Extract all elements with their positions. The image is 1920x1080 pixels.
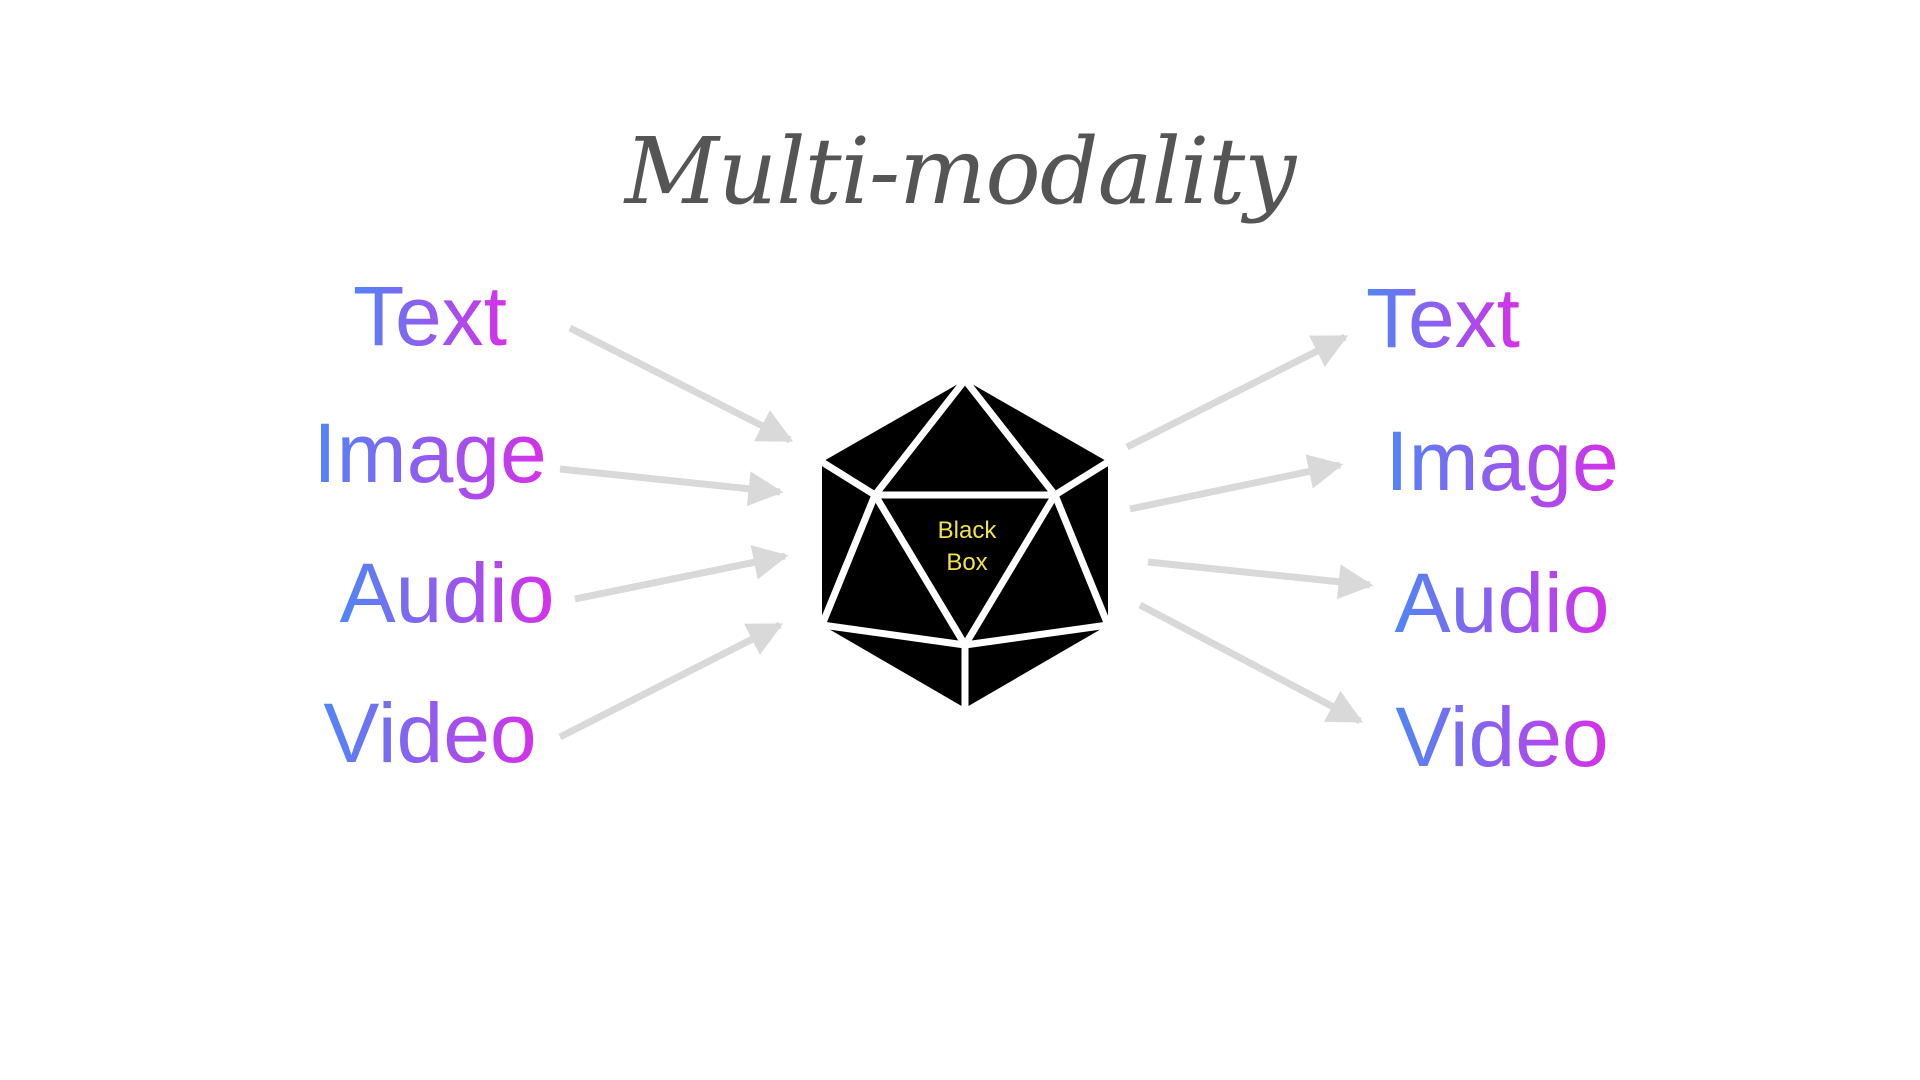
input-arrow-video bbox=[558, 621, 784, 741]
output-label-image: Image bbox=[1385, 414, 1618, 508]
input-arrow-text bbox=[568, 324, 794, 444]
input-arrow-audio bbox=[574, 545, 789, 603]
icosahedron-icon: Black Box bbox=[818, 376, 1112, 712]
multimodality-diagram: Text Image Audio Video Text Image Audio … bbox=[313, 269, 1618, 784]
output-label-video: Video bbox=[1395, 690, 1608, 784]
input-arrow-image bbox=[559, 465, 784, 507]
input-label-text: Text bbox=[353, 269, 507, 363]
output-arrow-image bbox=[1129, 454, 1344, 513]
slide: Multi-modality Text Image Audio Video Te… bbox=[0, 0, 1920, 1080]
black-box-label-line2: Box bbox=[946, 549, 987, 576]
output-arrow-video bbox=[1138, 601, 1364, 725]
input-label-video: Video bbox=[323, 686, 536, 780]
output-label-text: Text bbox=[1366, 271, 1520, 365]
input-label-image: Image bbox=[313, 406, 546, 500]
output-arrow-text bbox=[1125, 333, 1349, 451]
output-arrow-audio bbox=[1147, 558, 1374, 600]
output-label-audio: Audio bbox=[1395, 556, 1610, 650]
input-label-audio: Audio bbox=[340, 546, 555, 640]
black-box-label-line1: Black bbox=[938, 517, 998, 544]
